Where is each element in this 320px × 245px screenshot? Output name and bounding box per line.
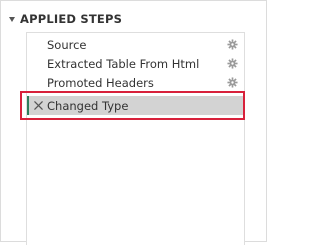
applied-steps-pane: APPLIED STEPS Source Extracted Table Fro… (0, 0, 267, 245)
delete-step-icon[interactable] (33, 100, 44, 111)
applied-steps-header[interactable]: APPLIED STEPS (9, 11, 122, 27)
step-label: Source (47, 37, 87, 52)
applied-steps-title: APPLIED STEPS (20, 12, 123, 26)
step-changed-type[interactable]: Changed Type (27, 96, 244, 115)
collapse-arrow-icon[interactable] (9, 17, 15, 22)
steps-list: Source Extracted Table From Html Promote… (26, 32, 245, 245)
step-promoted-headers[interactable]: Promoted Headers (27, 73, 244, 92)
selection-indicator (27, 96, 29, 115)
step-label: Extracted Table From Html (47, 56, 200, 71)
step-extracted-table[interactable]: Extracted Table From Html (27, 54, 244, 73)
gear-icon[interactable] (227, 77, 238, 88)
step-source[interactable]: Source (27, 35, 244, 54)
step-label: Changed Type (47, 98, 129, 113)
gear-icon[interactable] (227, 58, 238, 69)
gear-icon[interactable] (227, 39, 238, 50)
step-label: Promoted Headers (47, 75, 154, 90)
